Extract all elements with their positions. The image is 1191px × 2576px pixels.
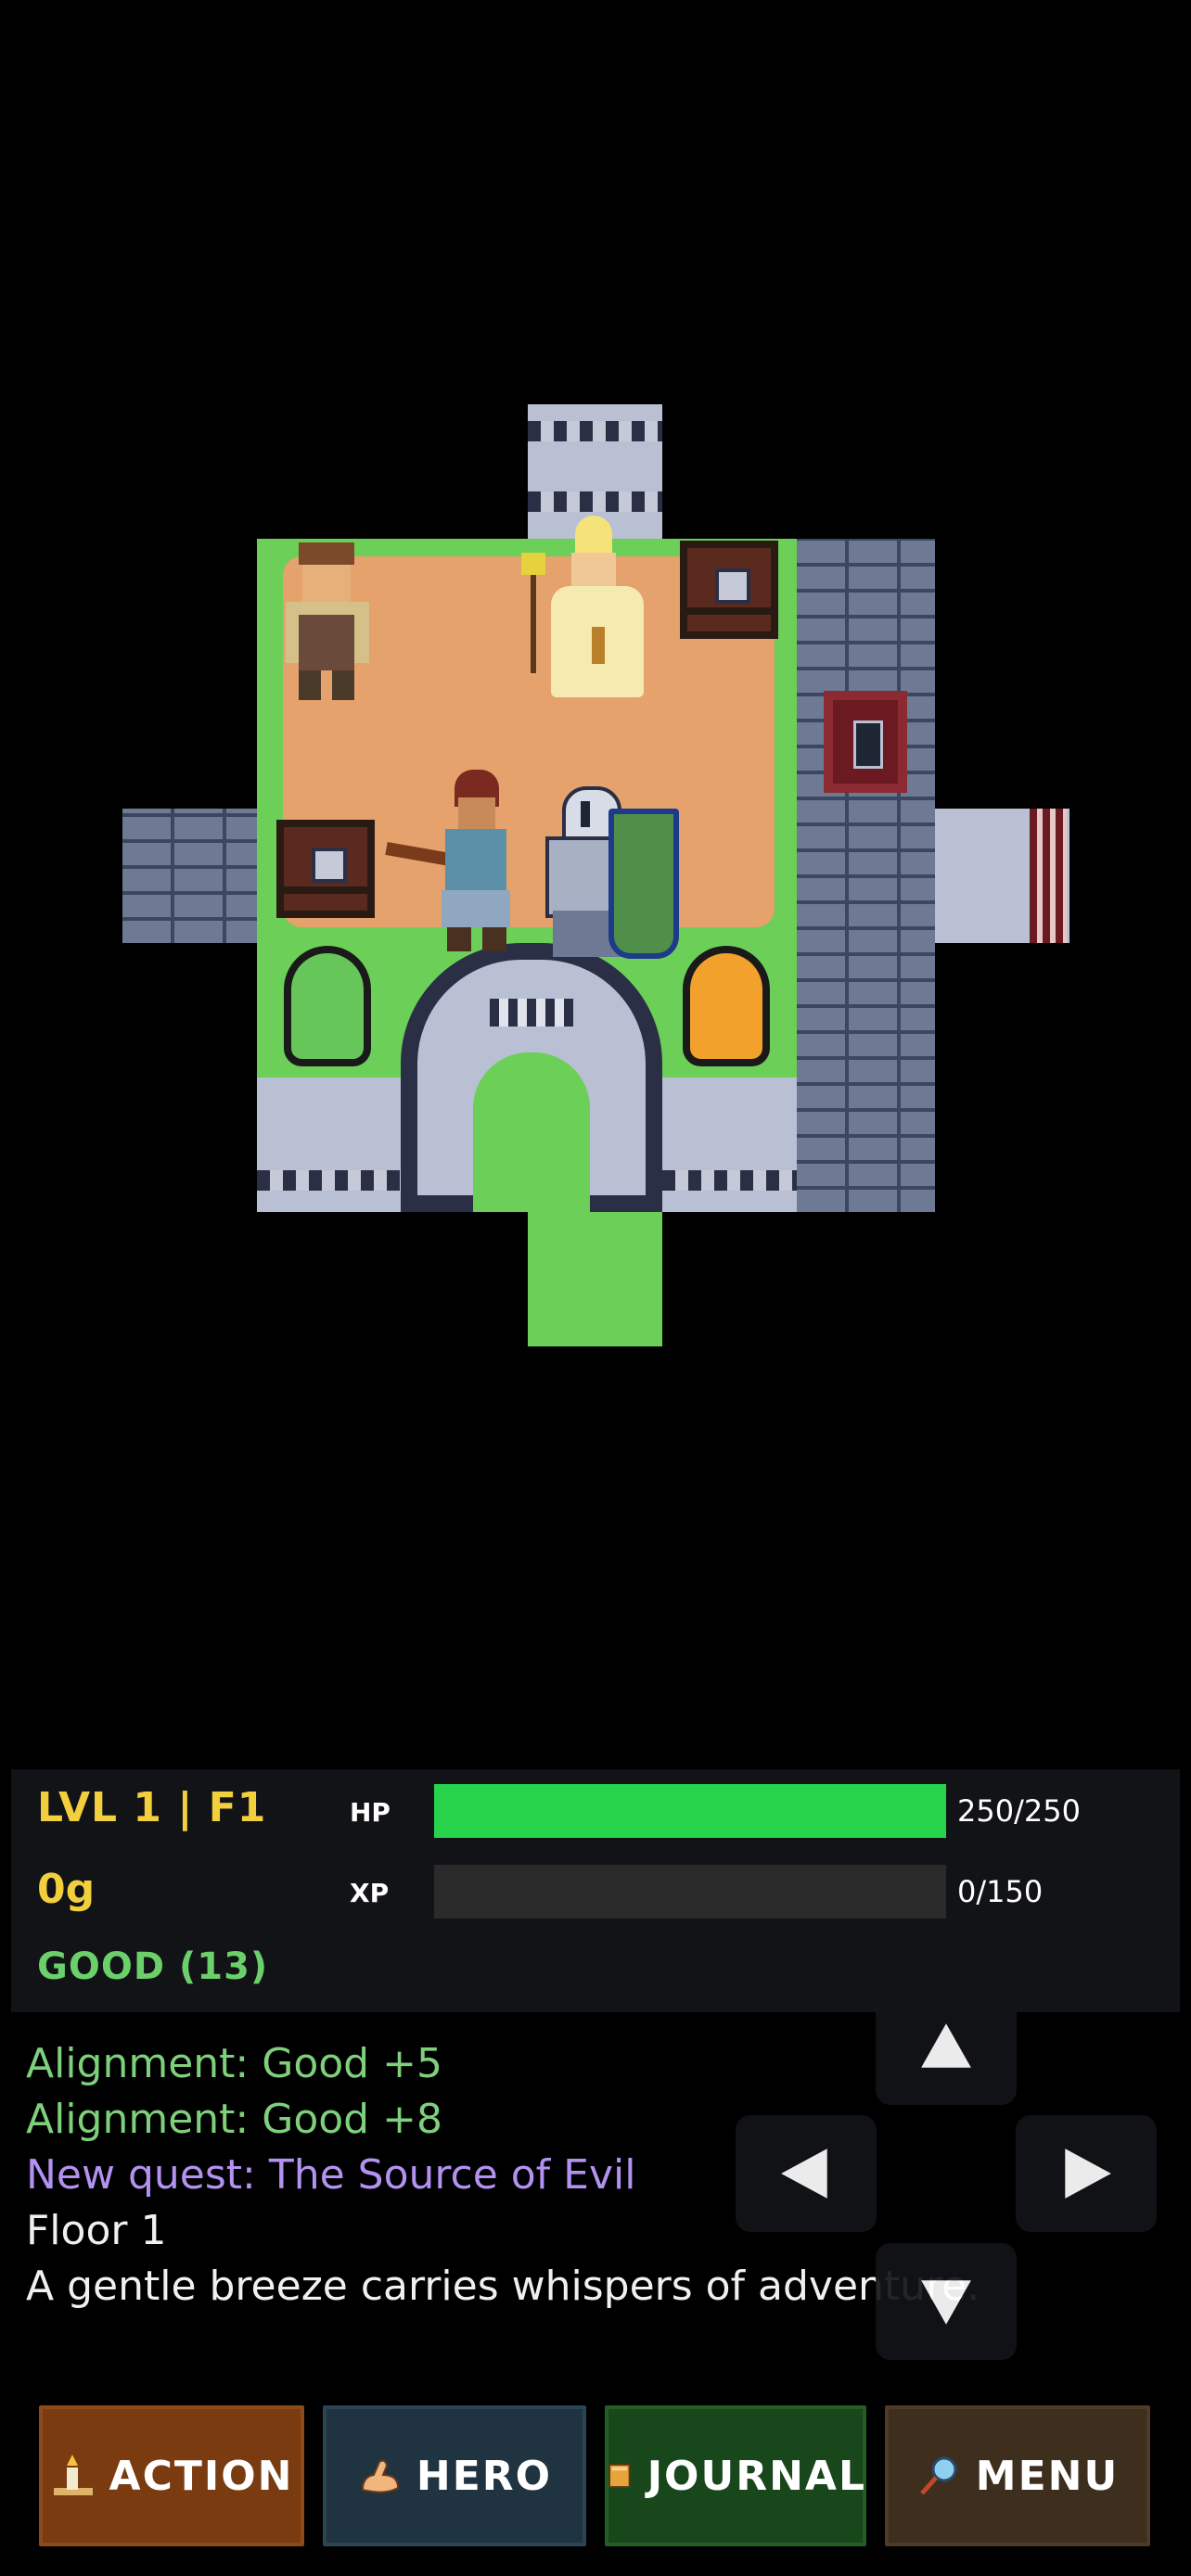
dpad-right-button[interactable] — [1016, 2115, 1157, 2232]
arrow-left-icon — [781, 2149, 827, 2199]
dpad-up-button[interactable] — [876, 1988, 1017, 2105]
menu-button-label: MENU — [975, 2452, 1120, 2500]
priest-npc[interactable] — [519, 516, 668, 701]
alignment-status: GOOD (13) — [37, 1945, 269, 1988]
stats-panel: LVL 1 | F1 0g GOOD (13) HP 250/250 XP 0/… — [11, 1769, 1180, 2012]
log-line: New quest: The Source of Evil — [26, 2151, 636, 2199]
magnifier-icon — [919, 2456, 957, 2495]
hero-button-label: HERO — [416, 2452, 553, 2500]
treasure-chest[interactable] — [680, 541, 778, 639]
arrow-right-icon — [1065, 2149, 1111, 2199]
knight-hero — [516, 786, 683, 963]
east-wall — [797, 539, 935, 1212]
hp-label: HP — [350, 1797, 391, 1828]
arrow-down-icon — [921, 2280, 971, 2325]
action-button-label: ACTION — [109, 2452, 294, 2500]
dpad-left-button[interactable] — [736, 2115, 877, 2232]
xp-label: XP — [350, 1878, 390, 1908]
menu-button[interactable]: MENU — [881, 2402, 1154, 2550]
xp-bar — [434, 1865, 946, 1919]
dungeon-map — [0, 0, 1191, 1762]
stone-archway — [401, 943, 662, 1212]
flexed-arm-icon — [361, 2459, 399, 2493]
xp-value: 0/150 — [957, 1874, 1044, 1909]
dpad-down-button[interactable] — [876, 2243, 1017, 2360]
east-gate — [1030, 809, 1067, 943]
arrow-up-icon — [921, 2023, 971, 2068]
hero-button[interactable]: HERO — [319, 2402, 590, 2550]
south-passage — [528, 1212, 662, 1346]
book-icon — [608, 2464, 631, 2488]
west-wall — [122, 809, 257, 943]
bottom-left-ledge — [257, 1078, 401, 1212]
bottom-right-crenel — [662, 1170, 797, 1191]
hp-bar-fill — [434, 1784, 946, 1838]
merchant-npc[interactable] — [271, 542, 384, 709]
bottom-right-ledge — [662, 1078, 797, 1212]
wall-window — [824, 691, 907, 793]
gold-counter: 0g — [37, 1866, 96, 1913]
level-floor-label: LVL 1 | F1 — [37, 1784, 267, 1831]
hp-bar — [434, 1784, 946, 1838]
warrior-hero — [385, 770, 534, 955]
candle-icon — [53, 2455, 93, 2495]
journal-button-label: JOURNAL — [647, 2452, 866, 2500]
north-crenel-top — [528, 421, 662, 441]
green-bush — [284, 946, 371, 1066]
bottom-left-crenel — [257, 1170, 401, 1191]
treasure-chest[interactable] — [276, 820, 375, 918]
action-button[interactable]: ACTION — [35, 2402, 308, 2550]
hp-value: 250/250 — [957, 1793, 1081, 1829]
north-crenel-bottom — [528, 491, 662, 512]
journal-button[interactable]: JOURNAL — [601, 2402, 870, 2550]
orange-bush — [683, 946, 770, 1066]
